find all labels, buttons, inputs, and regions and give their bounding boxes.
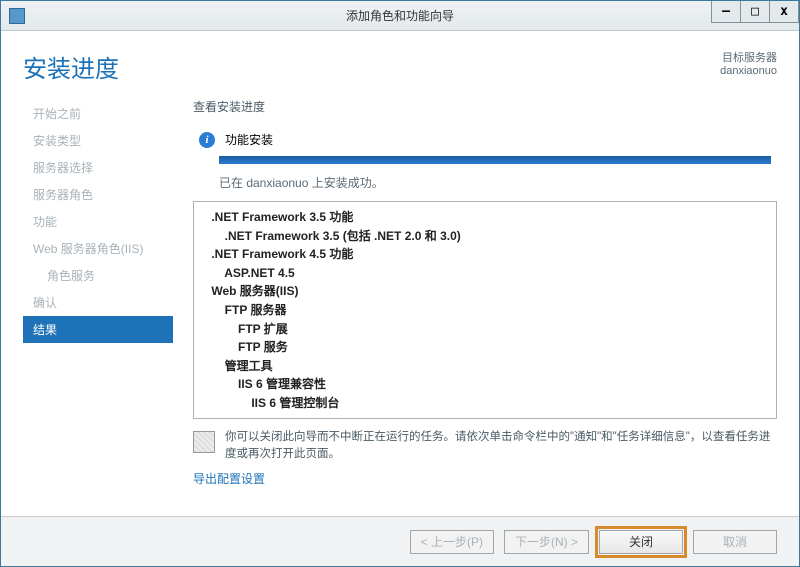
target-label: 目标服务器: [720, 49, 777, 65]
maximize-button[interactable]: □: [740, 1, 770, 23]
titlebar: 添加角色和功能向导 — □ x: [1, 1, 799, 31]
feature-item: .NET Framework 4.5 功能: [198, 245, 772, 264]
step-results: 结果: [23, 316, 173, 343]
previous-button: < 上一步(P): [410, 530, 494, 554]
feature-item: IIS 6 管理兼容性: [198, 375, 772, 394]
progress-bar: [219, 156, 771, 164]
feature-item: FTP 服务器: [198, 301, 772, 320]
step-before: 开始之前: [23, 100, 173, 127]
feature-item: ASP.NET 4.5: [198, 264, 772, 283]
success-message: 已在 danxiaonuo 上安装成功。: [193, 174, 777, 191]
step-role-services: 角色服务: [23, 262, 173, 289]
page-title: 安装进度: [23, 49, 119, 84]
main-panel: 查看安装进度 i 功能安装 已在 danxiaonuo 上安装成功。 .NET …: [193, 98, 777, 516]
step-install-type: 安装类型: [23, 127, 173, 154]
window-title: 添加角色和功能向导: [346, 7, 454, 24]
section-label: 查看安装进度: [193, 98, 777, 115]
next-button: 下一步(N) >: [504, 530, 589, 554]
feature-item: Web 服务器(IIS): [198, 282, 772, 301]
target-name: danxiaonuo: [720, 65, 777, 77]
close-window-button[interactable]: x: [769, 1, 799, 23]
step-confirm: 确认: [23, 289, 173, 316]
feature-item: FTP 扩展: [198, 320, 772, 339]
feature-item: IIS 6 管理控制台: [198, 394, 772, 413]
wizard-steps-sidebar: 开始之前 安装类型 服务器选择 服务器角色 功能 Web 服务器角色(IIS) …: [23, 98, 173, 516]
info-icon: i: [199, 132, 215, 148]
step-features: 功能: [23, 208, 173, 235]
button-bar: < 上一步(P) 下一步(N) > 关闭 取消: [1, 516, 799, 566]
target-server-box: 目标服务器 danxiaonuo: [720, 49, 777, 77]
feature-item: .NET Framework 3.5 (包括 .NET 2.0 和 3.0): [198, 227, 772, 246]
feature-item: 管理工具: [198, 357, 772, 376]
minimize-button[interactable]: —: [711, 1, 741, 23]
step-iis-role: Web 服务器角色(IIS): [23, 235, 173, 262]
flag-icon: [193, 431, 215, 453]
installed-features-list[interactable]: .NET Framework 3.5 功能 .NET Framework 3.5…: [193, 201, 777, 419]
wizard-window: 添加角色和功能向导 — □ x 安装进度 目标服务器 danxiaonuo 开始…: [0, 0, 800, 567]
app-icon: [9, 8, 25, 24]
status-text: 功能安装: [225, 131, 273, 148]
close-note-text: 你可以关闭此向导而不中断正在运行的任务。请依次单击命令栏中的"通知"和"任务详细…: [225, 429, 777, 464]
feature-item: FTP 服务: [198, 338, 772, 357]
cancel-button: 取消: [693, 530, 777, 554]
export-config-link[interactable]: 导出配置设置: [193, 470, 777, 487]
step-server-roles: 服务器角色: [23, 181, 173, 208]
feature-item: .NET Framework 3.5 功能: [198, 208, 772, 227]
step-server-select: 服务器选择: [23, 154, 173, 181]
close-button[interactable]: 关闭: [599, 530, 683, 554]
